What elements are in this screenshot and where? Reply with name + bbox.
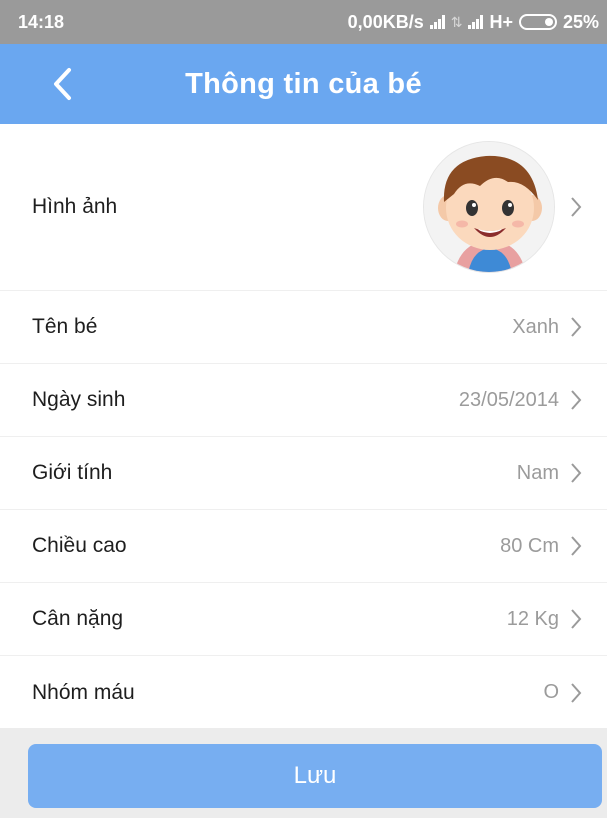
- info-list: Hình ảnh Tên bé Xanh Ngày sinh 23/05/201…: [0, 124, 607, 729]
- battery-icon: [518, 14, 557, 30]
- signal-icon: [429, 15, 445, 29]
- row-label: Tên bé: [32, 315, 98, 338]
- row-label: Giới tính: [32, 461, 113, 484]
- chevron-right-icon: [571, 390, 582, 410]
- footer-bar: Lưu: [0, 728, 607, 818]
- chevron-right-icon: [571, 536, 582, 556]
- chevron-left-icon: [54, 68, 71, 100]
- row-label: Nhóm máu: [32, 680, 135, 704]
- row-birthdate[interactable]: Ngày sinh 23/05/2014: [0, 364, 607, 437]
- row-value: O: [543, 681, 559, 703]
- row-label: Ngày sinh: [32, 388, 126, 411]
- row-right: 12 Kg: [507, 607, 583, 631]
- network-speed: 0,00KB/s: [347, 11, 424, 32]
- row-label: Chiều cao: [32, 534, 127, 557]
- row-right: O: [543, 681, 583, 705]
- row-photo[interactable]: Hình ảnh: [0, 124, 607, 291]
- status-time: 14:18: [18, 11, 65, 32]
- row-right: Nam: [517, 461, 583, 485]
- avatar[interactable]: [423, 141, 555, 273]
- chevron-right-icon: [571, 682, 582, 703]
- back-button[interactable]: [40, 62, 84, 106]
- battery-level: 25%: [562, 11, 599, 32]
- row-value: 80 Cm: [500, 534, 559, 557]
- chevron-right-icon: [571, 197, 582, 217]
- chevron-right-icon: [571, 463, 582, 483]
- row-weight[interactable]: Cân nặng 12 Kg: [0, 583, 607, 656]
- row-name[interactable]: Tên bé Xanh: [0, 291, 607, 364]
- row-right: Xanh: [512, 315, 583, 339]
- network-type: H+: [489, 11, 513, 32]
- page-title: Thông tin của bé: [185, 67, 422, 100]
- row-value: Xanh: [512, 315, 559, 338]
- row-label: Cân nặng: [32, 607, 124, 630]
- chevron-right-icon: [571, 317, 582, 337]
- row-right: 80 Cm: [500, 534, 583, 558]
- row-label: Hình ảnh: [32, 195, 118, 218]
- status-bar: 14:18 0,00KB/s ⇅ H+ 25%: [0, 0, 607, 44]
- data-arrows-icon: ⇅: [450, 13, 463, 30]
- child-avatar-icon: [424, 142, 554, 272]
- chevron-right-icon: [571, 609, 582, 629]
- save-button[interactable]: Lưu: [28, 744, 602, 808]
- row-blood-type[interactable]: Nhóm máu O: [0, 656, 607, 729]
- row-right: 23/05/2014: [459, 388, 583, 412]
- row-gender[interactable]: Giới tính Nam: [0, 437, 607, 510]
- signal-icon-2: [468, 15, 484, 29]
- status-indicators: 0,00KB/s ⇅ H+ 25%: [348, 12, 599, 33]
- row-height[interactable]: Chiều cao 80 Cm: [0, 510, 607, 583]
- row-right: [423, 141, 583, 273]
- row-value: 23/05/2014: [458, 388, 559, 411]
- row-value: Nam: [516, 461, 559, 484]
- app-header: Thông tin của bé: [0, 44, 607, 124]
- row-value: 12 Kg: [506, 607, 559, 630]
